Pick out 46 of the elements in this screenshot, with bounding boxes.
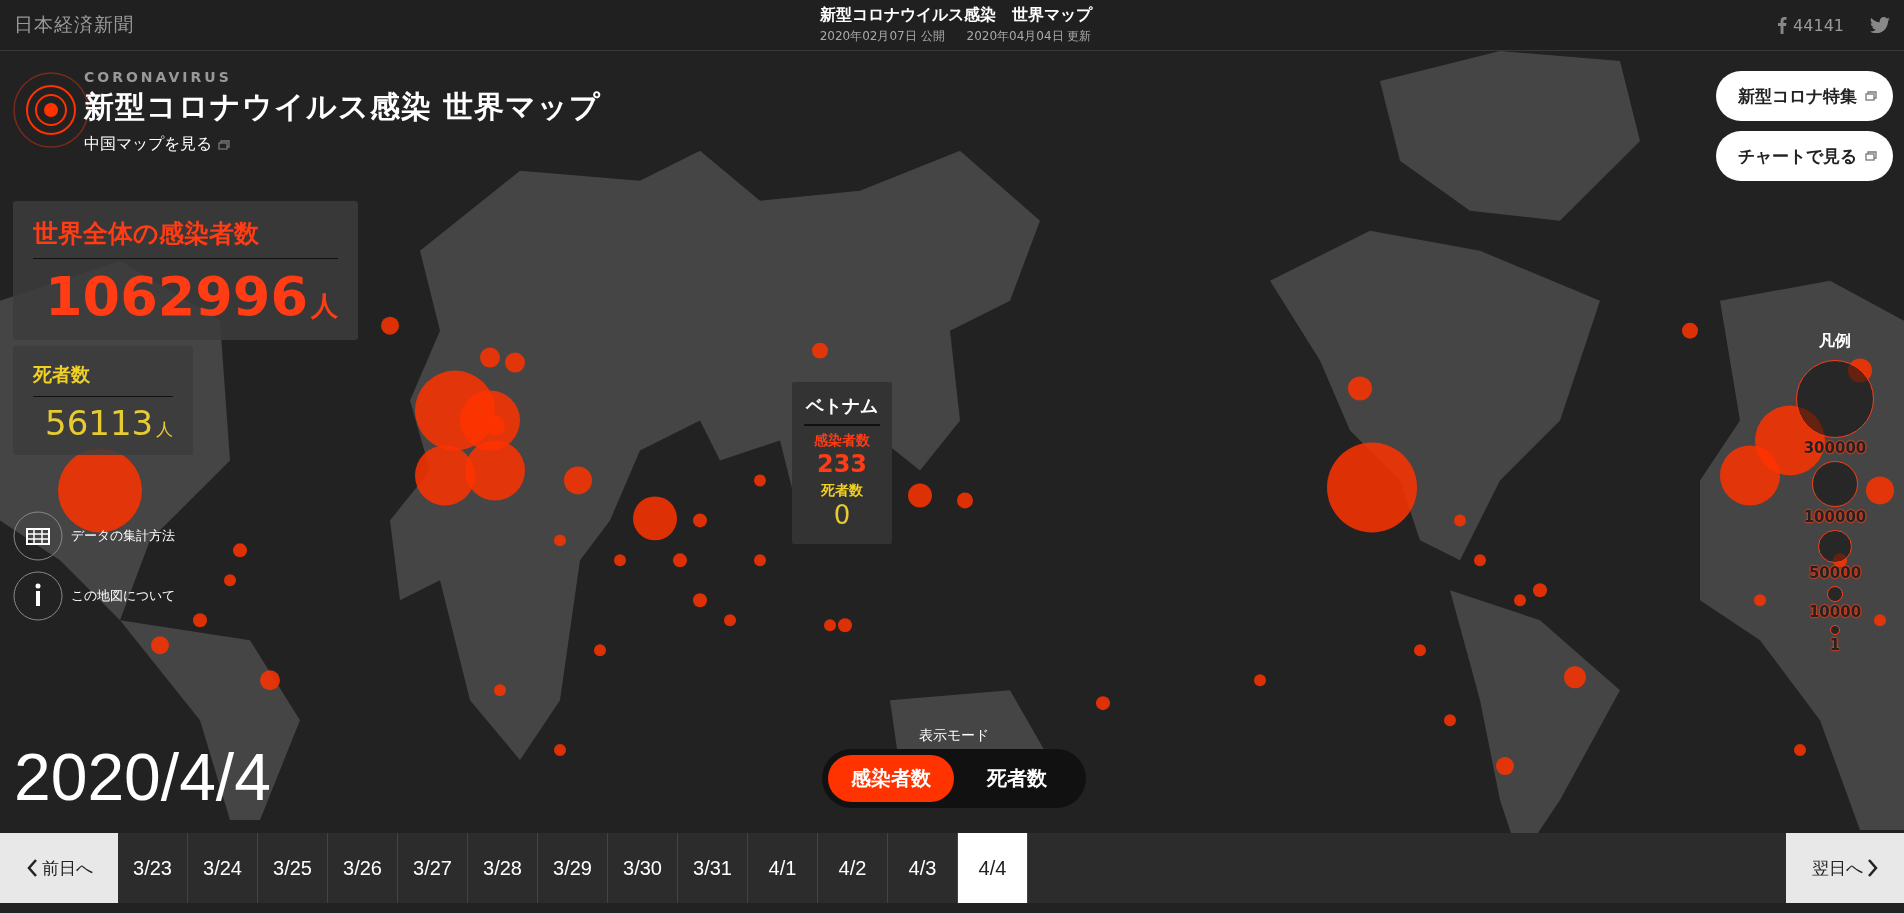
twitter-icon[interactable] — [1870, 17, 1890, 33]
table-icon — [13, 511, 63, 561]
date-tab[interactable]: 4/4 — [958, 833, 1028, 903]
legend-title: 凡例 — [1819, 331, 1851, 352]
feature-link-button[interactable]: 新型コロナ特集 — [1716, 71, 1893, 121]
site-logo[interactable]: 日本経済新聞 — [14, 12, 134, 38]
page-title: 新型コロナウイルス感染 世界マップ — [819, 5, 1092, 26]
facebook-share-link[interactable]: 44141 — [1777, 15, 1844, 35]
current-date: 2020/4/4 — [14, 739, 271, 815]
cases-count: 1062996人 — [44, 264, 338, 328]
next-day-button[interactable]: 翌日へ — [1786, 833, 1904, 903]
tooltip-cases-value: 233 — [816, 450, 868, 478]
legend-value: 100000 — [1803, 507, 1867, 526]
external-link-icon — [218, 139, 230, 150]
mode-option[interactable]: 感染者数 — [828, 755, 954, 802]
external-link-icon — [1865, 151, 1877, 161]
china-map-link[interactable]: 中国マップを見る — [84, 134, 602, 155]
publish-date: 2020年02月07日 公開 — [819, 28, 945, 45]
previous-day-button[interactable]: 前日へ — [0, 833, 118, 903]
deaths-count: 56113 人 — [44, 402, 174, 443]
update-date: 2020年04月04日 更新 — [966, 28, 1092, 45]
legend-circle — [1818, 529, 1852, 563]
display-mode-label: 表示モード — [919, 727, 989, 745]
external-link-icon — [1865, 91, 1877, 101]
chart-view-button[interactable]: チャートで見る — [1716, 131, 1893, 181]
cases-label: 世界全体の感染者数 — [33, 217, 338, 259]
legend-circle — [1830, 624, 1840, 635]
tooltip-country: ベトナム — [804, 394, 880, 426]
deaths-label: 死者数 — [33, 362, 174, 397]
map-title: 新型コロナウイルス感染 世界マップ — [84, 88, 602, 126]
tooltip-cases-label: 感染者数 — [814, 432, 870, 450]
chevron-left-icon — [25, 858, 38, 878]
legend-value: 10000 — [1808, 602, 1862, 621]
chevron-right-icon — [1866, 858, 1879, 878]
info-icon — [13, 571, 63, 621]
section-label: CORONAVIRUS — [84, 69, 233, 85]
about-map-link[interactable]: この地図について — [13, 571, 175, 621]
legend-value: 50000 — [1808, 563, 1862, 582]
legend-value: 1 — [1829, 635, 1841, 654]
legend-circle — [1812, 461, 1858, 507]
facebook-icon — [1777, 16, 1788, 34]
legend-circle — [1827, 585, 1843, 602]
tooltip-deaths-label: 死者数 — [821, 482, 863, 500]
tooltip-deaths-value: 0 — [833, 500, 851, 530]
data-method-link[interactable]: データの集計方法 — [13, 511, 175, 561]
mode-option[interactable]: 死者数 — [954, 755, 1080, 802]
